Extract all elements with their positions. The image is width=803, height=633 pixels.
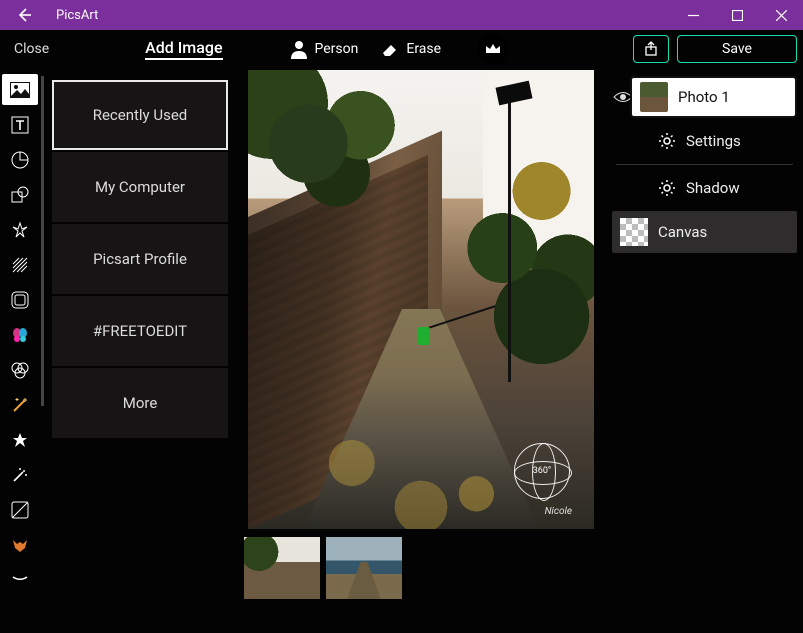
- tool-lines[interactable]: [2, 249, 38, 280]
- gear-icon: [658, 179, 676, 197]
- back-button[interactable]: [0, 0, 48, 30]
- tool-text[interactable]: [2, 109, 38, 140]
- share-icon: [643, 41, 659, 57]
- premium-button[interactable]: [477, 33, 509, 65]
- arrow-left-icon: [16, 7, 32, 23]
- erase-label: Erase: [406, 41, 441, 57]
- 360-badge[interactable]: 360°: [514, 443, 570, 499]
- person-tool-button[interactable]: Person: [279, 35, 369, 63]
- layer-photo-1[interactable]: Photo 1: [630, 76, 797, 118]
- close-panel-button[interactable]: Close: [10, 31, 53, 67]
- thumbnail-strip: [244, 537, 402, 599]
- erase-tool-button[interactable]: Erase: [370, 35, 451, 63]
- menu-my-computer[interactable]: My Computer: [52, 152, 228, 222]
- text-icon: [11, 116, 29, 134]
- minimize-icon: [688, 10, 699, 21]
- close-window-button[interactable]: [759, 0, 803, 30]
- tool-magic[interactable]: [2, 389, 38, 420]
- minimize-button[interactable]: [671, 0, 715, 30]
- thumbnail-1[interactable]: [244, 537, 320, 599]
- eraser-icon: [380, 39, 400, 59]
- layer-settings[interactable]: Settings: [612, 120, 797, 162]
- add-image-tab[interactable]: Add Image: [145, 38, 222, 60]
- close-icon: [776, 10, 787, 21]
- tool-shapes[interactable]: [2, 179, 38, 210]
- layer-settings-label: Settings: [686, 132, 741, 150]
- menu-more[interactable]: More: [52, 368, 228, 438]
- tool-butterfly[interactable]: [2, 319, 38, 350]
- tool-frame[interactable]: [2, 284, 38, 315]
- tool-star[interactable]: [2, 424, 38, 455]
- layer-photo-1-label: Photo 1: [678, 88, 730, 106]
- title-bar: PicsArt: [0, 0, 803, 30]
- layer-shadow[interactable]: Shadow: [612, 167, 797, 209]
- gear-icon: [658, 132, 676, 150]
- tool-overlap[interactable]: [2, 354, 38, 385]
- layer-shadow-label: Shadow: [686, 179, 740, 197]
- menu-recently-used[interactable]: Recently Used: [52, 80, 228, 150]
- layers-panel: Photo 1 Settings Shadow Canvas: [606, 68, 803, 633]
- checkerboard-icon: [620, 218, 648, 246]
- share-button[interactable]: [633, 35, 669, 63]
- maximize-button[interactable]: [715, 0, 759, 30]
- tool-sparkle[interactable]: [2, 214, 38, 245]
- frame-icon: [11, 291, 29, 309]
- source-menu: Recently Used My Computer Picsart Profil…: [40, 68, 236, 633]
- arc-icon: [11, 575, 29, 585]
- photo-signature: Nicole: [545, 506, 572, 517]
- app-title: PicsArt: [48, 8, 98, 23]
- layer-canvas[interactable]: Canvas: [612, 211, 797, 253]
- circles-icon: [10, 360, 30, 380]
- layer-canvas-label: Canvas: [658, 223, 707, 241]
- tool-fox[interactable]: [2, 529, 38, 560]
- tool-photos[interactable]: [2, 74, 38, 105]
- shapes-icon: [10, 185, 30, 205]
- save-button[interactable]: Save: [677, 35, 797, 63]
- menu-freetoedit[interactable]: #FREETOEDIT: [52, 296, 228, 366]
- save-label: Save: [722, 41, 752, 57]
- left-toolbar: [0, 68, 40, 633]
- sidebar-scrollbar[interactable]: [41, 76, 44, 406]
- wand-icon: [11, 396, 29, 414]
- layer-thumb-icon: [640, 82, 668, 112]
- hatch-icon: [11, 256, 29, 274]
- tool-wand2[interactable]: [2, 459, 38, 490]
- tool-gradient[interactable]: [2, 494, 38, 525]
- sparkle-icon: [11, 221, 29, 239]
- tool-sticker[interactable]: [2, 144, 38, 175]
- crown-icon: [484, 40, 502, 58]
- sticker-icon: [11, 151, 29, 169]
- top-toolbar: Close Add Image Person Erase Save: [0, 30, 803, 68]
- wand2-icon: [11, 466, 29, 484]
- maximize-icon: [732, 10, 743, 21]
- tool-more[interactable]: [2, 564, 38, 595]
- star-icon: [12, 432, 28, 448]
- thumbnail-2[interactable]: [326, 537, 402, 599]
- canvas-area: 360° Nicole: [236, 68, 606, 633]
- menu-picsart-profile[interactable]: Picsart Profile: [52, 224, 228, 294]
- main-photo[interactable]: 360° Nicole: [248, 70, 594, 529]
- photo-icon: [10, 82, 30, 98]
- fox-icon: [11, 536, 29, 554]
- person-label: Person: [315, 41, 359, 57]
- person-icon: [289, 39, 309, 59]
- gradient-icon: [11, 501, 29, 519]
- butterfly-icon: [11, 326, 29, 344]
